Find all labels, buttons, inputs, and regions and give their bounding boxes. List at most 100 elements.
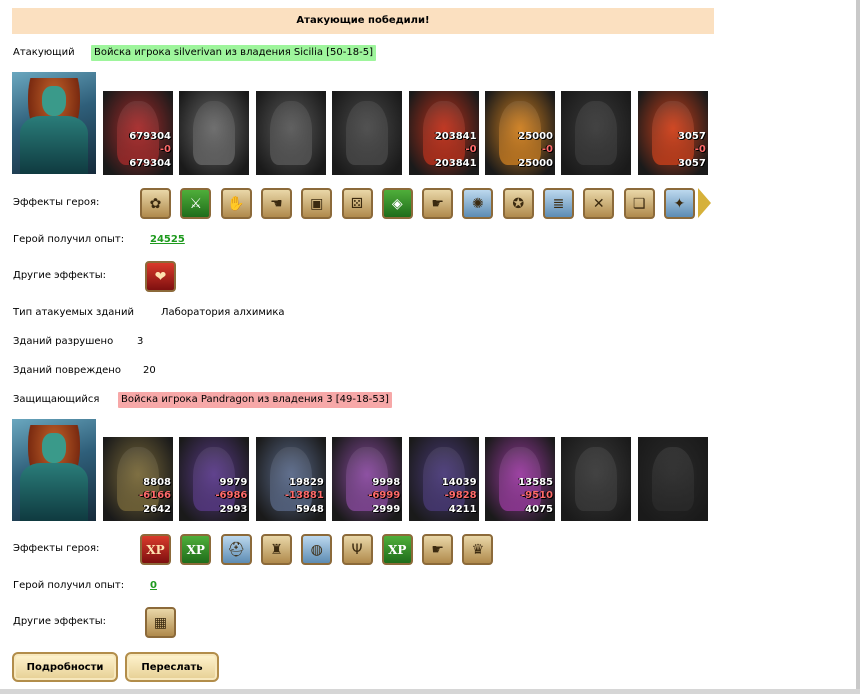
- unit-count-lost: -13881: [284, 490, 324, 501]
- flame-mage-unit[interactable]: 3057 -0 3057: [637, 91, 708, 175]
- harpy-unit[interactable]: 9998 -6999 2999: [332, 437, 403, 521]
- dice-icon-glyph: ⚄: [350, 195, 364, 212]
- attacker-exp-label: Герой получил опыт:: [13, 234, 125, 245]
- rogue-unit[interactable]: 9979 -6986 2993: [179, 437, 250, 521]
- ring-icon[interactable]: ◍: [301, 534, 333, 565]
- defender-effects-label: Эффекты героя:: [13, 543, 100, 554]
- unit-count-after: 2993: [219, 504, 248, 515]
- building-type-label: Тип атакуемых зданий: [13, 307, 134, 318]
- chest-icon[interactable]: ▣: [301, 188, 333, 219]
- pentagram-icon-glyph: ✪: [512, 195, 525, 212]
- trident-icon[interactable]: Ψ: [341, 534, 373, 565]
- lizard-warrior-unit[interactable]: 19829 -13881 5948: [255, 437, 326, 521]
- buildings-damaged-value: 20: [143, 365, 156, 376]
- ring-icon-glyph: ◍: [310, 541, 323, 558]
- defender-army-tag: Войска игрока Pandragon из владения 3 [4…: [118, 392, 392, 408]
- handshake-icon-glyph: ✋: [227, 195, 245, 212]
- hand-shield-icon[interactable]: ☛: [422, 188, 454, 219]
- skeleton-unit[interactable]: [179, 91, 250, 175]
- heart-sword-icon-glyph: ❤: [154, 268, 167, 285]
- dice-icon[interactable]: ⚄: [341, 188, 373, 219]
- unit-count-after: 5948: [295, 504, 324, 515]
- barrel-icon[interactable]: ≣: [543, 188, 574, 219]
- hooded-assassin-unit[interactable]: [561, 437, 632, 521]
- claw-icon[interactable]: ✺: [462, 188, 494, 219]
- ogre-unit[interactable]: 8808 -6166 2642: [103, 437, 173, 521]
- unit-count-lost: -6166: [139, 490, 171, 501]
- sorceress-unit[interactable]: 13585 -9510 4075: [485, 437, 555, 521]
- heart-sword-icon[interactable]: ❤: [145, 261, 176, 292]
- pentagram-icon[interactable]: ✪: [502, 188, 534, 219]
- xp-book-icon[interactable]: XP: [180, 534, 212, 565]
- fire-monk-unit[interactable]: 25000 -0 25000: [485, 91, 555, 175]
- spider-knight-unit[interactable]: [637, 437, 708, 521]
- trident-icon-glyph: Ψ: [351, 541, 363, 558]
- fire-demon-unit[interactable]: 203841 -0 203841: [408, 91, 479, 175]
- effects-scroll-right-arrow-icon[interactable]: [698, 188, 711, 218]
- barricade-icon[interactable]: ▦: [145, 607, 176, 638]
- tower-icon[interactable]: ♜: [260, 534, 292, 565]
- hand-shield-icon-glyph: ☛: [431, 195, 444, 212]
- barrel-icon-glyph: ≣: [552, 195, 565, 212]
- bag-icon-glyph: ✿: [149, 195, 162, 212]
- hand-shield-icon[interactable]: ☛: [422, 534, 454, 565]
- battle-result-banner: Атакующие победили!: [12, 8, 714, 34]
- unit-count-after: 2999: [372, 504, 401, 515]
- crest-icon-glyph: ♛: [471, 541, 485, 558]
- staff-icon[interactable]: ✦: [663, 188, 695, 219]
- unit-count-lost: -0: [465, 144, 477, 155]
- tower-icon-glyph: ♜: [270, 541, 283, 558]
- claw-icon-glyph: ✺: [472, 195, 484, 212]
- defender-label: Защищающийся: [13, 394, 100, 405]
- arrows-icon-glyph: ✕: [592, 195, 605, 212]
- gargoyle-unit[interactable]: [332, 91, 403, 175]
- unit-count-lost: -0: [694, 144, 706, 155]
- unit-count-lost: -9510: [521, 490, 553, 501]
- elf-archer-unit[interactable]: 14039 -9828 4211: [408, 437, 479, 521]
- horned-knight-unit[interactable]: [561, 91, 632, 175]
- sword-icon-glyph: ⚔: [189, 195, 203, 212]
- unit-count-after: 4211: [448, 504, 477, 515]
- attacker-hero-portrait[interactable]: [12, 72, 96, 174]
- building-type-value: Лаборатория алхимика: [161, 307, 285, 318]
- xp-green-icon-glyph: XP: [388, 542, 407, 557]
- red-dragon-unit[interactable]: 679304 -0 679304: [103, 91, 173, 175]
- scroll-icon[interactable]: ❏: [623, 188, 655, 219]
- unit-count-before: 203841: [434, 131, 477, 142]
- unit-count-before: 13585: [518, 477, 553, 488]
- staff-icon-glyph: ✦: [673, 195, 686, 212]
- bag-icon[interactable]: ✿: [140, 188, 171, 219]
- defender-exp-link[interactable]: 0: [150, 580, 157, 591]
- chest-icon-glyph: ▣: [310, 195, 324, 212]
- defender-hero-portrait[interactable]: [12, 419, 96, 521]
- sword-icon[interactable]: ⚔: [180, 188, 212, 219]
- crest-icon[interactable]: ♛: [462, 534, 494, 565]
- unit-count-lost: -0: [159, 144, 171, 155]
- unit-count-before: 3057: [677, 131, 706, 142]
- defender-other-effects-label: Другие эффекты:: [13, 616, 107, 627]
- helmet-icon[interactable]: ⛑: [220, 534, 252, 565]
- unit-count-lost: -6999: [368, 490, 401, 501]
- ghoul-unit[interactable]: [255, 91, 326, 175]
- details-button[interactable]: Подробности: [12, 652, 118, 682]
- attacker-effects-label: Эффекты героя:: [13, 197, 100, 208]
- unit-count-after: 679304: [129, 158, 171, 169]
- barricade-icon-glyph: ▦: [153, 614, 168, 631]
- arrows-icon[interactable]: ✕: [583, 188, 615, 219]
- unit-count-after: 4075: [525, 504, 553, 515]
- xp-red-icon[interactable]: XP: [140, 534, 171, 565]
- shield-icon[interactable]: ◈: [381, 188, 413, 219]
- handshake-icon[interactable]: ✋: [220, 188, 252, 219]
- shield-icon-glyph: ◈: [391, 195, 403, 212]
- hand-icon[interactable]: ☚: [260, 188, 292, 219]
- xp-green-icon[interactable]: XP: [381, 534, 413, 565]
- unit-count-before: 14039: [441, 477, 477, 488]
- attacker-exp-link[interactable]: 24525: [150, 234, 185, 245]
- xp-red-icon-glyph: XP: [146, 542, 165, 557]
- unit-count-after: 3057: [677, 158, 706, 169]
- buildings-destroyed-value: 3: [137, 336, 144, 347]
- attacker-army-tag: Войска игрока silverivan из владения Sic…: [91, 45, 376, 61]
- forward-button[interactable]: Переслать: [125, 652, 219, 682]
- unit-count-before: 9998: [372, 477, 401, 488]
- attacker-label: Атакующий: [13, 47, 75, 58]
